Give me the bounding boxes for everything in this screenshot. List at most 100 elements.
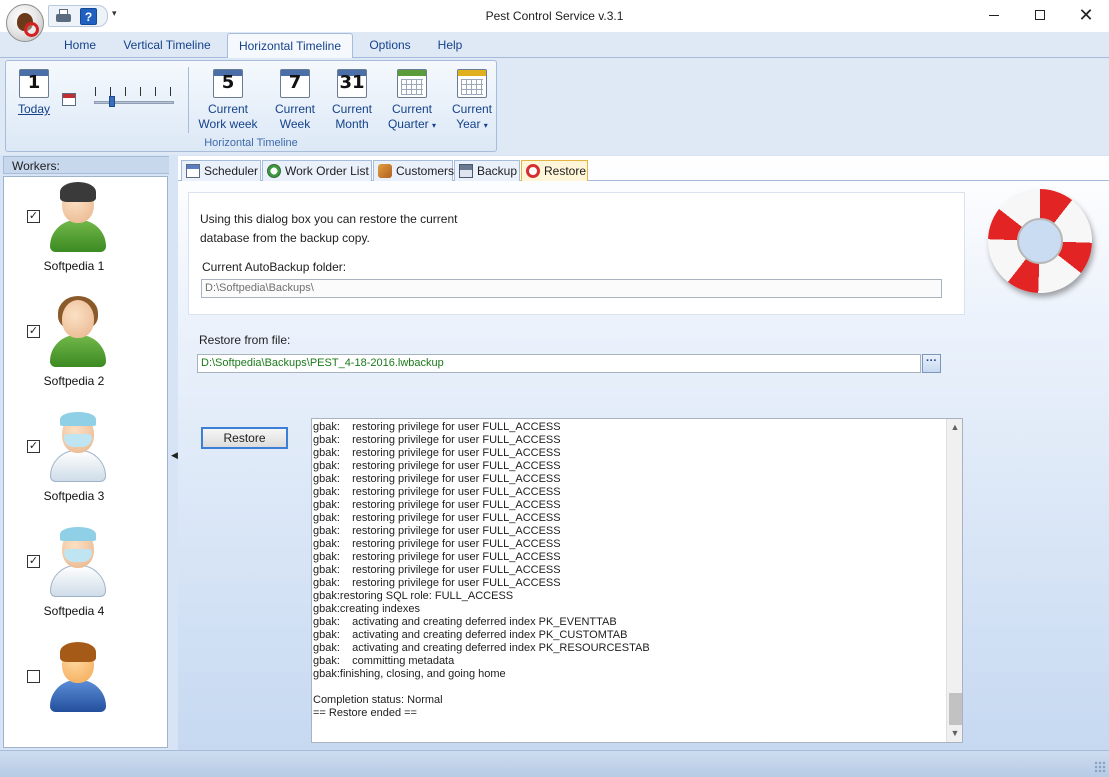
customers-icon: [378, 164, 392, 178]
browse-file-button[interactable]: ···: [922, 354, 941, 373]
log-line: gbak:creating indexes: [313, 603, 421, 615]
log-line: gbak: restoring privilege for user FULL_…: [313, 525, 561, 537]
worker-item[interactable]: ✓ Softpedia 2: [4, 294, 167, 406]
restore-file-input[interactable]: D:\Softpedia\Backups\PEST_4-18-2016.lwba…: [197, 354, 921, 373]
window-title: Pest Control Service v.3.1: [485, 9, 624, 23]
tab-vertical-timeline[interactable]: Vertical Timeline: [112, 33, 222, 58]
workers-label: Workers:: [12, 159, 60, 173]
workers-list: ✓ Softpedia 1 ✓ Softpedia 2 ✓ Softpedia …: [3, 176, 168, 748]
worker-checkbox[interactable]: ✓: [27, 210, 40, 223]
collapse-left-icon[interactable]: ◀: [171, 450, 178, 461]
worker-name: Softpedia 4: [43, 604, 105, 618]
status-bar: [0, 750, 1109, 777]
lifebuoy-icon: [526, 164, 540, 178]
female-worker-avatar-icon: [46, 296, 110, 369]
current-work-week-button[interactable]: 5 Current Work week: [196, 69, 260, 132]
restore-log[interactable]: gbak: restoring privilege for user FULL_…: [311, 418, 963, 743]
scroll-down-icon[interactable]: ▼: [947, 725, 962, 742]
medic-worker-avatar-icon: [46, 527, 110, 599]
tab-customers[interactable]: Customers: [373, 160, 454, 181]
autobackup-folder-label: Current AutoBackup folder:: [202, 260, 347, 274]
worker-name: Softpedia 2: [43, 374, 105, 388]
restore-from-file-label: Restore from file:: [199, 333, 291, 347]
ribbon-group-label: Horizontal Timeline: [204, 137, 298, 149]
log-line: gbak: restoring privilege for user FULL_…: [313, 421, 561, 433]
log-line: Completion status: Normal: [313, 694, 443, 706]
ribbon-panel: 1 Today 5 Current Work week 7 Current We…: [0, 58, 1109, 155]
maximize-icon: [1035, 10, 1045, 20]
calendar-5-icon: 5: [213, 69, 243, 98]
clock-icon: [267, 164, 281, 178]
zoom-slider[interactable]: [90, 81, 178, 111]
log-line: == Restore ended ==: [313, 707, 417, 719]
workers-panel-header: Workers:: [3, 156, 170, 174]
tab-horizontal-timeline[interactable]: Horizontal Timeline: [227, 33, 353, 59]
current-year-button[interactable]: Current Year ▾: [445, 69, 499, 133]
log-line: gbak: activating and creating deferred i…: [313, 629, 628, 641]
log-line: gbak: committing metadata: [313, 655, 455, 667]
worker-avatar-icon: [46, 642, 110, 714]
medic-worker-avatar-icon: [46, 412, 110, 484]
app-menu-button[interactable]: [6, 4, 44, 42]
calendar-quarter-icon: [397, 69, 427, 98]
scroll-thumb[interactable]: [949, 693, 962, 725]
tab-help[interactable]: Help: [427, 33, 473, 58]
today-label: Today: [17, 102, 51, 116]
log-scrollbar[interactable]: ▲ ▼: [946, 419, 962, 742]
log-line: gbak: restoring privilege for user FULL_…: [313, 486, 561, 498]
minimize-icon: [989, 15, 999, 16]
tab-work-order-list[interactable]: Work Order List: [262, 160, 372, 181]
floppy-disk-icon: [459, 164, 473, 178]
title-bar: ? ▾ Pest Control Service v.3.1 ✕: [0, 0, 1109, 42]
worker-item[interactable]: ✓ Softpedia 3: [4, 409, 167, 521]
log-line: gbak: activating and creating deferred i…: [313, 616, 617, 628]
log-line: gbak: restoring privilege for user FULL_…: [313, 577, 561, 589]
worker-name: Softpedia 1: [43, 259, 105, 273]
scroll-up-icon[interactable]: ▲: [947, 419, 962, 436]
ribbon-separator: [188, 67, 189, 133]
worker-checkbox[interactable]: ✓: [27, 325, 40, 338]
date-picker-icon[interactable]: [62, 93, 76, 106]
chevron-down-icon: ▾: [432, 121, 437, 130]
maximize-button[interactable]: [1017, 0, 1063, 30]
ribbon-tab-bar: Home Vertical Timeline Horizontal Timeli…: [0, 32, 1109, 59]
log-line: gbak: restoring privilege for user FULL_…: [313, 564, 561, 576]
current-month-button[interactable]: 31 Current Month: [325, 69, 379, 132]
worker-checkbox[interactable]: ✓: [27, 555, 40, 568]
calendar-year-icon: [457, 69, 487, 98]
worker-name: Softpedia 3: [43, 489, 105, 503]
current-week-button[interactable]: 7 Current Week: [268, 69, 322, 132]
resize-grip-icon[interactable]: [1094, 761, 1106, 773]
worker-item[interactable]: ✓ Softpedia 1: [4, 179, 167, 291]
log-line: gbak: restoring privilege for user FULL_…: [313, 538, 561, 550]
calendar-7-icon: 7: [280, 69, 310, 98]
restore-button[interactable]: Restore: [201, 427, 288, 449]
log-line: gbak: restoring privilege for user FULL_…: [313, 551, 561, 563]
zoom-track: [94, 101, 174, 104]
chevron-down-icon: ▾: [483, 121, 488, 130]
restore-info-panel: Using this dialog box you can restore th…: [188, 192, 965, 315]
close-button[interactable]: ✕: [1063, 0, 1109, 30]
worker-item[interactable]: [4, 639, 167, 747]
tab-backup[interactable]: Backup: [454, 160, 520, 181]
tab-options[interactable]: Options: [358, 33, 422, 58]
tab-restore[interactable]: Restore: [521, 160, 588, 181]
log-line: gbak: activating and creating deferred i…: [313, 642, 650, 654]
zoom-thumb[interactable]: [109, 96, 115, 107]
calendar-icon: [186, 164, 200, 178]
tab-scheduler[interactable]: Scheduler: [181, 160, 261, 181]
autobackup-folder-field: D:\Softpedia\Backups\: [201, 279, 942, 298]
minimize-button[interactable]: [971, 0, 1017, 30]
document-tab-bar: Scheduler Work Order List Customers Back…: [178, 159, 1109, 181]
calendar-31-icon: 31: [337, 69, 367, 98]
current-quarter-button[interactable]: Current Quarter ▾: [380, 69, 444, 133]
today-button[interactable]: 1 Today: [14, 69, 54, 117]
tab-home[interactable]: Home: [52, 33, 108, 58]
lifebuoy-icon: [985, 186, 1097, 304]
worker-item[interactable]: ✓ Softpedia 4: [4, 524, 167, 636]
log-line: gbak:restoring SQL role: FULL_ACCESS: [313, 590, 514, 602]
worker-checkbox[interactable]: ✓: [27, 440, 40, 453]
worker-checkbox[interactable]: [27, 670, 40, 683]
log-line: gbak:finishing, closing, and going home: [313, 668, 506, 680]
